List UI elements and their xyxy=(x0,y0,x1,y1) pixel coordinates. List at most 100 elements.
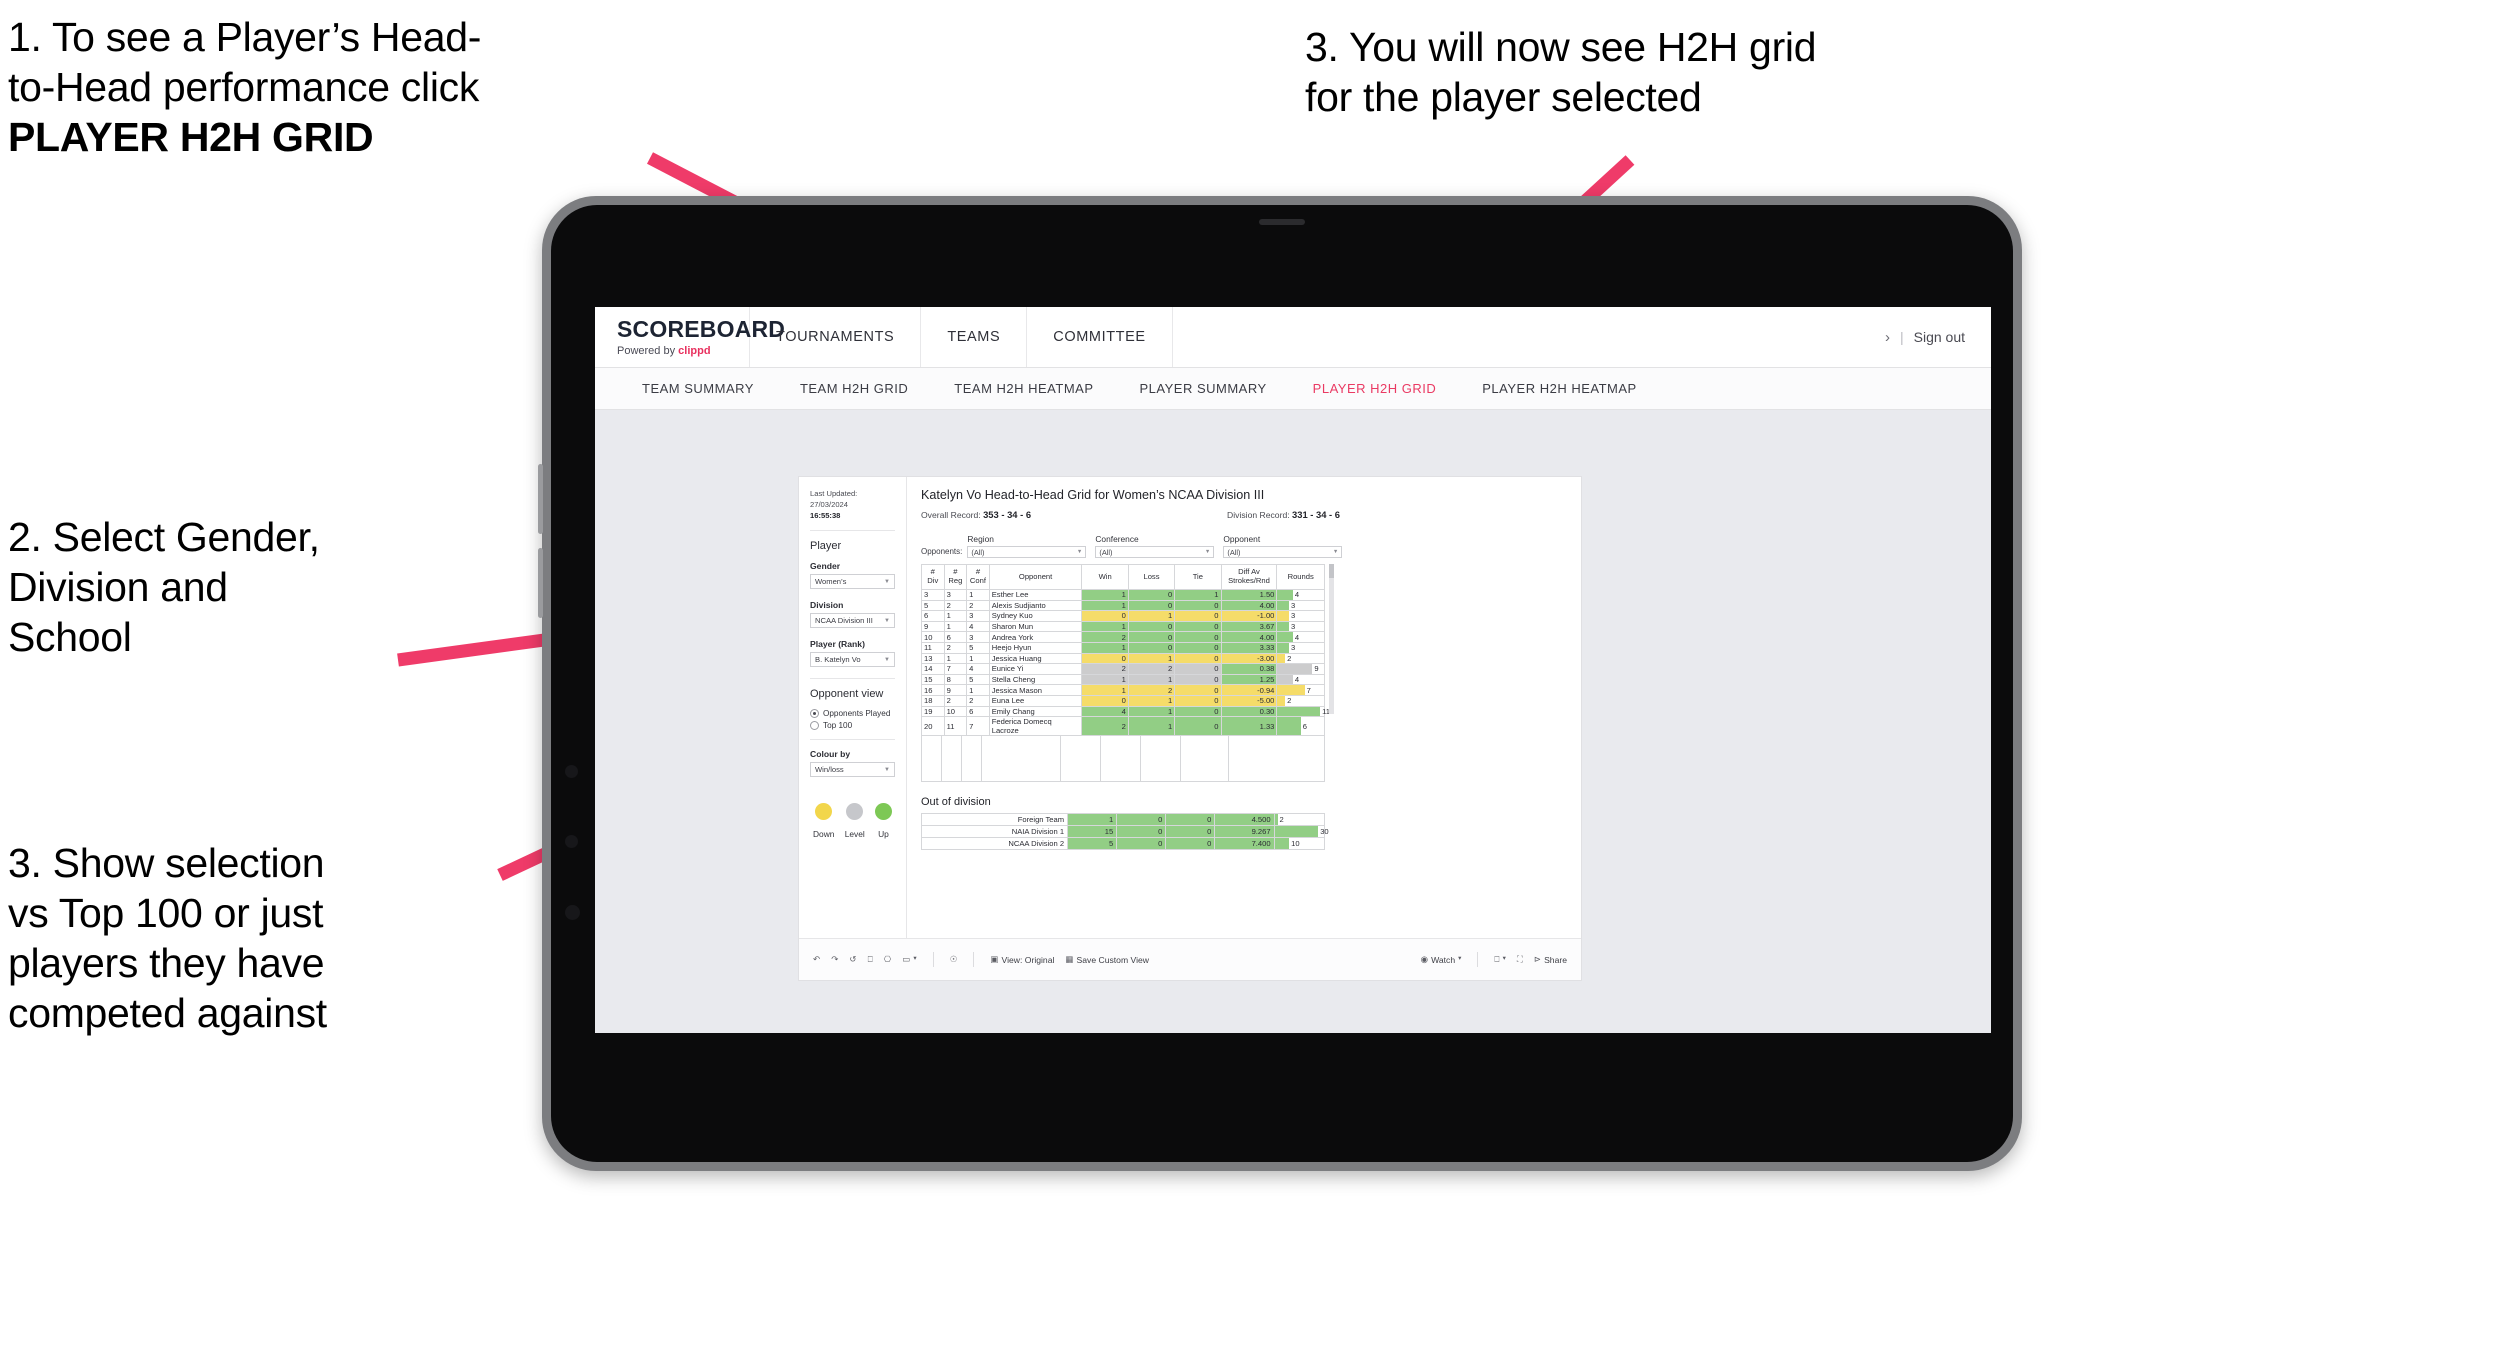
player-section-heading: Player xyxy=(810,540,842,552)
opponent-select[interactable]: (All) ▼ xyxy=(1223,546,1343,558)
th-loss: Loss xyxy=(1127,564,1176,590)
cell-loss: 1 xyxy=(1127,705,1176,718)
redo-icon[interactable]: ↷ xyxy=(831,955,838,964)
cell-tie: 0 xyxy=(1165,825,1216,839)
volume-up-button[interactable] xyxy=(538,464,543,534)
revert-icon[interactable]: ↺ xyxy=(849,955,856,964)
region-select-tool[interactable]: ▭ ▾ xyxy=(902,955,916,964)
region-select[interactable]: (All) ▼ xyxy=(967,546,1087,558)
table-row[interactable]: 10 6 3 Andrea York 2 0 0 4.00 4 xyxy=(921,631,1325,643)
table-row[interactable]: 16 9 1 Jessica Mason 1 2 0 -0.94 7 xyxy=(921,684,1325,696)
undo-icon[interactable]: ↶ xyxy=(813,955,820,964)
cell-div: 10 xyxy=(921,631,945,643)
rounds-bar xyxy=(1277,685,1305,695)
front-camera xyxy=(1259,219,1305,225)
cell-diff: -5.00 xyxy=(1220,694,1278,707)
table-row[interactable]: 20 11 7 Federica Domecq Lacroze 2 1 0 1.33 6 xyxy=(921,716,1325,737)
rounds-value: 4 xyxy=(1294,632,1300,642)
th-div: # Div xyxy=(921,564,945,590)
out-of-division-row[interactable]: Foreign Team 1 0 0 4.500 2 xyxy=(920,813,1326,827)
cell-conf: 3 xyxy=(966,610,990,622)
table-row[interactable]: 3 3 1 Esther Lee 1 0 1 1.50 4 xyxy=(921,589,1325,601)
overall-record-value: 353 - 34 - 6 xyxy=(983,509,1032,520)
cell-diff: 4.00 xyxy=(1220,599,1278,612)
pause-icon[interactable]: ⎔ xyxy=(884,955,892,964)
radio-top-100[interactable]: Top 100 xyxy=(810,721,895,730)
header-separator: | xyxy=(1899,329,1904,345)
rounds-bar xyxy=(1277,695,1286,706)
save-custom-view-button[interactable]: ▦ Save Custom View xyxy=(1065,955,1149,965)
tablet-screen: SCOREBOARD Powered by clippd TOURNAMENTS… xyxy=(595,307,1991,1033)
cell-rounds: 2 xyxy=(1276,694,1325,707)
th-win: Win xyxy=(1081,564,1129,590)
region-filter: Region (All) ▼ xyxy=(967,534,1087,558)
fullscreen-icon[interactable]: ⛶ xyxy=(1517,955,1523,964)
gender-label: Gender xyxy=(810,561,841,571)
conference-select[interactable]: (All) ▼ xyxy=(1095,546,1215,558)
view-original-button[interactable]: ▣ View: Original xyxy=(990,955,1054,965)
chevron-right-icon[interactable]: › xyxy=(1885,329,1890,346)
annotation-1-line-2: to-Head performance click xyxy=(8,64,480,111)
table-scrollbar[interactable] xyxy=(1329,564,1334,714)
cell-div: 13 xyxy=(921,652,945,665)
rounds-value: 2 xyxy=(1287,653,1292,663)
table-row[interactable]: 13 1 1 Jessica Huang 0 1 0 -3.00 2 xyxy=(921,652,1325,665)
refresh-icon[interactable]: ⎕ xyxy=(868,955,873,964)
brand-logo[interactable]: SCOREBOARD Powered by clippd xyxy=(595,307,785,367)
out-of-division-row[interactable]: NCAA Division 2 5 0 0 7.400 10 xyxy=(920,837,1326,851)
tab-team-h2h-heatmap[interactable]: TEAM H2H HEATMAP xyxy=(931,381,1116,396)
share-button[interactable]: ⊳ Share xyxy=(1534,955,1567,965)
bezel-sensor-c xyxy=(565,905,580,920)
out-of-division-row[interactable]: NAIA Division 1 15 0 0 9.267 30 xyxy=(920,825,1329,839)
cell-diff: -1.00 xyxy=(1220,610,1278,622)
table-row[interactable]: 18 2 2 Euna Lee 0 1 0 -5.00 2 xyxy=(921,694,1325,707)
tab-player-summary[interactable]: PLAYER SUMMARY xyxy=(1117,381,1290,396)
nav-item-teams[interactable]: TEAMS xyxy=(921,307,1028,367)
tab-player-h2h-heatmap[interactable]: PLAYER H2H HEATMAP xyxy=(1459,381,1659,396)
rounds-bar xyxy=(1277,664,1313,674)
radio-top-100-label: Top 100 xyxy=(823,721,853,730)
tab-player-h2h-grid[interactable]: PLAYER H2H GRID xyxy=(1290,381,1460,396)
scrollbar-thumb[interactable] xyxy=(1329,564,1334,578)
cell-tie: 1 xyxy=(1174,589,1222,601)
cell-diff: -0.94 xyxy=(1220,684,1278,696)
opponent-filter-bar: Opponents: Region (All) ▼ Conference (Al… xyxy=(921,534,1569,558)
sign-out-link[interactable]: Sign out xyxy=(1914,329,1965,345)
cell-win: 2 xyxy=(1081,631,1129,643)
opponent-view-heading: Opponent view xyxy=(810,688,884,700)
table-row[interactable]: 15 8 5 Stella Cheng 1 1 0 1.25 4 xyxy=(921,673,1325,686)
radio-opponents-played[interactable]: Opponents Played xyxy=(810,709,895,718)
tab-team-h2h-grid[interactable]: TEAM H2H GRID xyxy=(777,381,931,396)
table-row[interactable]: 11 2 5 Heejo Hyun 1 0 0 3.33 3 xyxy=(921,641,1325,654)
cell-loss: 1 xyxy=(1127,716,1176,737)
chevron-down-icon: ▼ xyxy=(1076,549,1083,555)
gender-select[interactable]: Women’s ▼ xyxy=(810,574,895,589)
tableau-viz-container: Last Updated: 27/03/2024 16:55:38 Player… xyxy=(799,477,1581,980)
table-row[interactable]: 9 1 4 Sharon Mun 1 0 0 3.67 3 xyxy=(921,620,1325,633)
help-icon[interactable]: ☉ xyxy=(950,955,958,964)
rounds-bar xyxy=(1277,611,1290,621)
table-row[interactable]: 6 1 3 Sydney Kuo 0 1 0 -1.00 3 xyxy=(921,610,1325,622)
tab-team-summary[interactable]: TEAM SUMMARY xyxy=(619,381,777,396)
colour-by-select[interactable]: Win/loss ▼ xyxy=(810,762,895,777)
player-rank-select[interactable]: B. Katelyn Vo ▼ xyxy=(810,652,895,667)
nav-item-tournaments[interactable]: TOURNAMENTS xyxy=(750,307,922,367)
nav-item-committee[interactable]: COMMITTEE xyxy=(1027,307,1173,367)
cell-win: 5 xyxy=(1067,837,1118,851)
cell-tie: 0 xyxy=(1174,641,1222,654)
watch-button[interactable]: ◉ Watch ▾ xyxy=(1421,955,1462,965)
cell-diff: -3.00 xyxy=(1220,652,1278,665)
table-row[interactable]: 5 2 2 Alexis Sudjianto 1 0 0 4.00 3 xyxy=(921,599,1325,612)
download-button[interactable]: ⎕ ▾ xyxy=(1494,955,1505,964)
table-row[interactable]: 14 7 4 Eunice Yi 2 2 0 0.38 9 xyxy=(921,663,1325,675)
cell-opponent: Stella Cheng xyxy=(988,673,1083,686)
cell-reg: 8 xyxy=(943,673,968,686)
cell-win: 2 xyxy=(1081,716,1129,737)
division-select[interactable]: NCAA Division III ▼ xyxy=(810,613,895,628)
rounds-bar xyxy=(1277,621,1290,632)
cell-diff: 1.25 xyxy=(1220,673,1278,686)
table-row[interactable]: 19 10 6 Emily Chang 4 1 0 0.30 11 xyxy=(921,705,1330,718)
rounds-value: 2 xyxy=(1279,815,1284,825)
volume-down-button[interactable] xyxy=(538,548,543,618)
cell-opponent: Emily Chang xyxy=(988,705,1083,718)
